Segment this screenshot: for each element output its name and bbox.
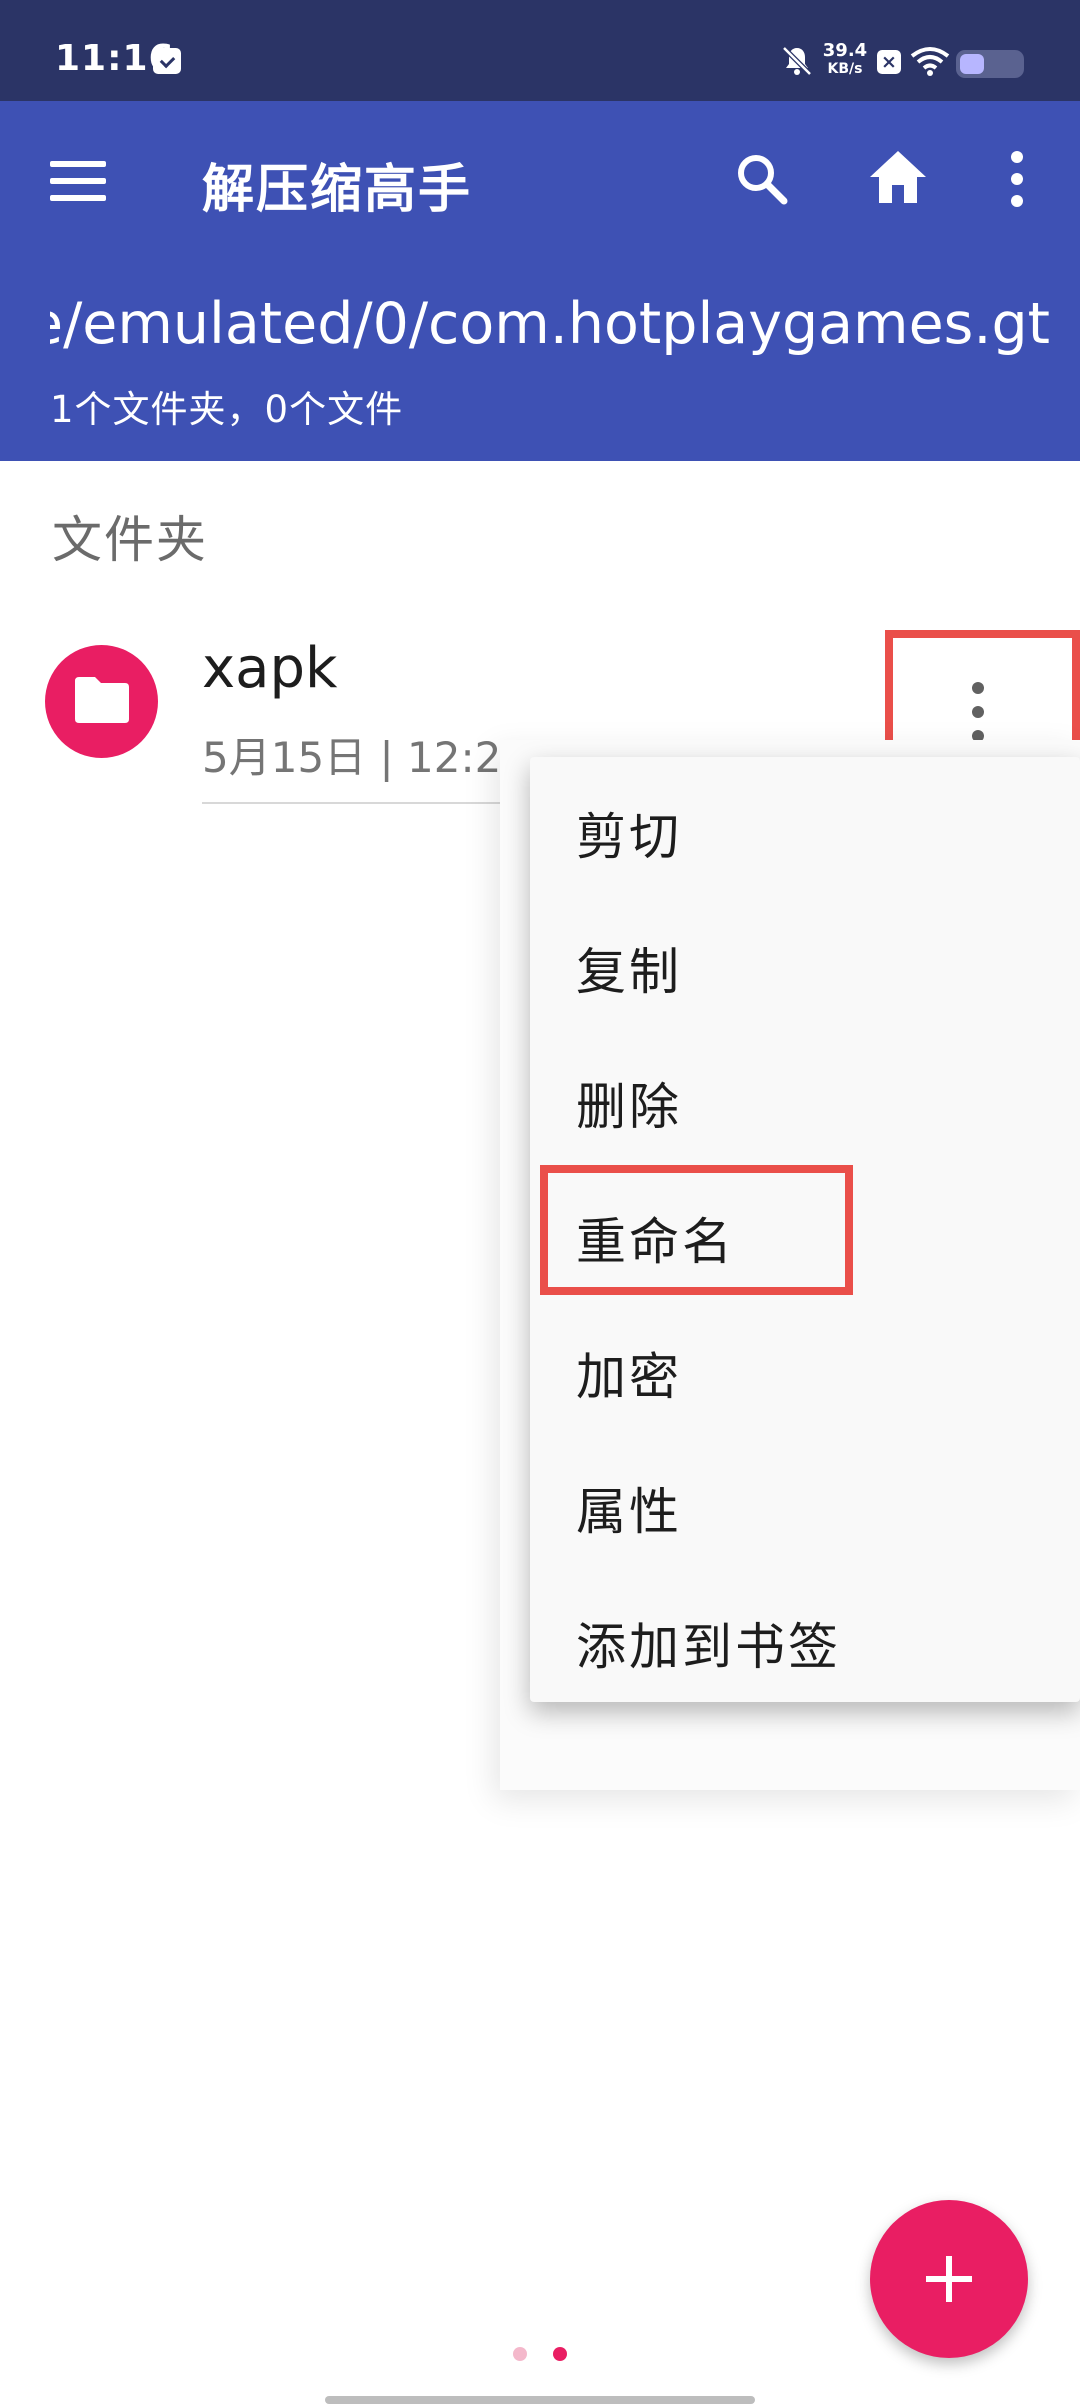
page-indicator-dot-2 bbox=[553, 2347, 567, 2361]
search-icon[interactable] bbox=[732, 149, 792, 209]
more-vert-icon[interactable] bbox=[1000, 151, 1034, 207]
x-badge-icon: × bbox=[877, 50, 901, 74]
folder-icon bbox=[75, 677, 129, 723]
app-title: 解压缩高手 bbox=[202, 160, 473, 220]
gesture-nav-handle[interactable] bbox=[325, 2396, 755, 2404]
app-bar: 解压缩高手 /storage/emulated/0/com.hotplaygam… bbox=[0, 101, 1080, 461]
network-speed-unit: KB/s bbox=[827, 61, 863, 77]
home-icon[interactable] bbox=[866, 147, 930, 207]
file-item-meta: 5月15日 | 12:25 bbox=[202, 733, 529, 782]
highlight-box-rename bbox=[540, 1165, 853, 1295]
menu-item-delete[interactable]: 删除 bbox=[576, 1067, 682, 1139]
menu-item-copy[interactable]: 复制 bbox=[576, 932, 682, 1004]
current-path-text: /storage/emulated/0/com.hotplaygames.gt bbox=[50, 291, 1050, 357]
menu-item-encrypt[interactable]: 加密 bbox=[576, 1337, 682, 1409]
status-bar: 11:16 39.4 KB/s × bbox=[0, 0, 1080, 101]
folder-file-count: 1个文件夹，0个文件 bbox=[50, 388, 404, 431]
current-path: /storage/emulated/0/com.hotplaygames.gt bbox=[50, 291, 1050, 357]
menu-item-properties[interactable]: 属性 bbox=[576, 1472, 682, 1544]
message-notification-icon bbox=[153, 48, 181, 74]
battery-icon bbox=[956, 50, 1024, 78]
menu-item-add-bookmark[interactable]: 添加到书签 bbox=[576, 1607, 841, 1679]
add-button[interactable] bbox=[870, 2200, 1028, 2358]
bell-muted-icon bbox=[782, 46, 812, 76]
file-item-name[interactable]: xapk bbox=[202, 636, 337, 701]
wifi-icon bbox=[910, 47, 950, 76]
menu-icon[interactable] bbox=[50, 161, 106, 201]
menu-item-cut[interactable]: 剪切 bbox=[576, 797, 682, 869]
network-speed: 39.4 KB/s bbox=[820, 42, 870, 78]
network-speed-value: 39.4 bbox=[822, 40, 868, 61]
folder-avatar[interactable] bbox=[45, 645, 158, 758]
page-indicator-dot-1 bbox=[513, 2347, 527, 2361]
section-label-folders: 文件夹 bbox=[52, 511, 208, 569]
